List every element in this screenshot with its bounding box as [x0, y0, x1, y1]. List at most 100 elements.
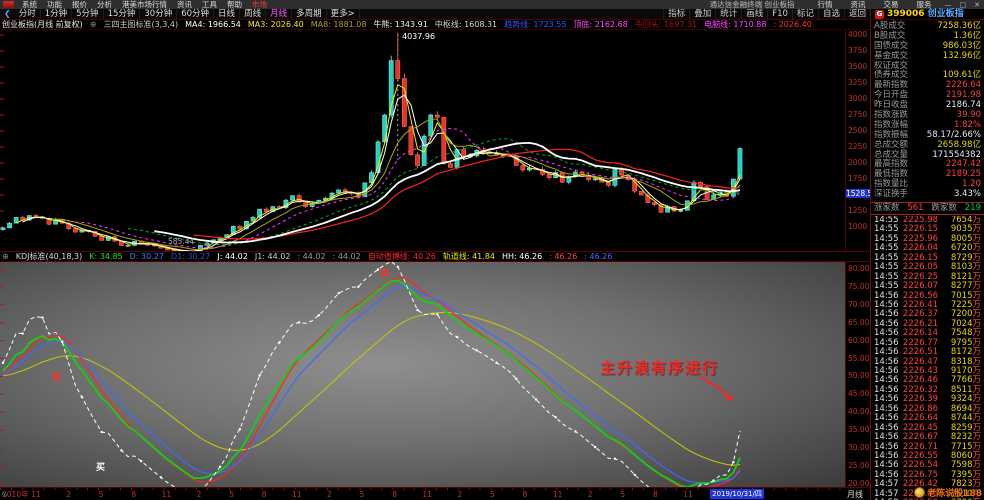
window-button-0[interactable]: — [941, 1, 956, 9]
low-price-label: 585.44 [168, 237, 195, 246]
up-count-label: 涨家数 [874, 203, 900, 213]
kdj-axis-label-7: 45.00 [848, 389, 870, 399]
period-tab-2[interactable]: 5分钟 [72, 9, 104, 19]
period-tab-4[interactable]: 30分钟 [140, 9, 178, 19]
kdj-header-item-12: : 46.26 [584, 251, 613, 261]
tool-button-2[interactable]: 统计 [715, 9, 741, 19]
price-axis-label-6: 2500 [848, 126, 868, 135]
period-tab-7[interactable]: 周线 [240, 9, 267, 19]
window-title: 通达信金融终端 创业板指 [709, 0, 795, 9]
side-panel: A股成交 7258.36亿 B股成交 1.36亿 国债成交 986.03亿 基金成交 132.… [870, 20, 984, 500]
info-item-3: MA3: 2026.40 [247, 20, 304, 29]
kdj-panel[interactable]: 卖买 卖 主升浪有序进行 80.00 75.00 70.00 65.00 60.00 55.… [0, 261, 870, 487]
expand-icon[interactable]: ⊕ [2, 252, 9, 261]
period-tab-0[interactable]: 分时 [15, 9, 41, 19]
kdj-axis-label-10: 30.00 [848, 443, 870, 453]
menu-item-3[interactable]: 分析 [92, 0, 117, 9]
window-button-2[interactable]: ✕ [970, 1, 984, 9]
kdj-marker-0: 卖 [52, 371, 61, 383]
period-tab-1[interactable]: 1分钟 [41, 9, 73, 19]
info-item-5: 牛熊: 1343.91 [373, 20, 428, 29]
kdj-axis-label-5: 55.00 [848, 353, 870, 363]
stat-row-17: 深证换手 3.43% [871, 189, 984, 200]
menu-item-5[interactable]: 资讯 [172, 0, 197, 9]
x-axis-label-8: 8 [261, 490, 267, 499]
right-menu-item-0[interactable]: 行情 [809, 0, 842, 9]
tool-button-3[interactable]: 画线 [741, 9, 767, 19]
kdj-header-item-10: HH: 46.26 [502, 251, 543, 261]
watermark-text: 老陈说股188 [927, 489, 982, 499]
tool-button-1[interactable]: 叠加 [689, 9, 715, 19]
x-axis-label-0: 2010年 [2, 490, 29, 499]
kdj-header-item-9: 轨道线: 41.84 [442, 251, 495, 261]
peak-price-label: 4037.96 [402, 32, 436, 41]
period-tab-9[interactable]: 多周期 [292, 9, 327, 19]
right-menu-item-3[interactable]: 服务 [908, 0, 941, 9]
menu-item-8[interactable]: 市场 [247, 0, 272, 9]
right-menu-bar: 行情 资讯 交易 服务 [809, 0, 941, 9]
window-button-1[interactable]: □ [956, 1, 971, 9]
kdj-header-items: ⊕ KDJ标准(40,18,3) K: 34.85 D: 30.27 D1: 30.27… [2, 251, 613, 261]
x-axis-label-12: 8 [392, 490, 397, 499]
price-axis-label-4: 3000 [848, 94, 868, 103]
expand-icon[interactable]: ⊕ [90, 20, 97, 29]
x-axis-label-6: 2 [196, 490, 202, 499]
period-tab-10[interactable]: 更多> [327, 9, 360, 19]
tool-button-7[interactable]: 返回 [843, 9, 870, 19]
symbol-header[interactable]: G 399006 创业板指 [870, 9, 984, 19]
watermark: 老陈说股188 [914, 486, 982, 499]
menu-item-0[interactable]: 系统 [17, 0, 42, 9]
toolbar: ❮ 分时 1分钟 5分钟 15分钟 30分钟 60分钟 日线 周线 月线 多周期 更多> 指标 叠加统… [0, 9, 984, 20]
tool-button-5[interactable]: 标记 [791, 9, 818, 19]
tool-button-0[interactable]: 指标 [663, 9, 689, 19]
x-axis-label-4: 8 [131, 490, 137, 499]
menu-item-2[interactable]: 报价 [67, 0, 92, 9]
menu-item-6[interactable]: 工具 [197, 0, 222, 9]
menu-item-1[interactable]: 功能 [42, 0, 67, 9]
info-item-6: 中枢线: 1608.31 [434, 20, 498, 29]
info-item-2: MA4: 1966.54 [185, 20, 241, 29]
period-tab-3[interactable]: 15分钟 [104, 9, 141, 19]
price-axis-label-0: 4000 [848, 30, 868, 39]
kdj-axis-label-11: 25.00 [848, 461, 870, 471]
tool-button-6[interactable]: 自选 [817, 9, 844, 19]
tick-rows[interactable]: 14:55 2225.98 7654万 14:55 2226.15 9035万 14:55 2… [871, 216, 984, 500]
price-chart-panel[interactable]: 4037.96 585.44 1528.5 4000 3750 3500 3250 30… [0, 29, 870, 251]
kdj-header-item-11: : 46.26 [549, 251, 578, 261]
back-icon[interactable]: ❮ [0, 9, 15, 19]
info-bar: 创业板指(月线 前复权) ⊕ 三四主图标准(3,3,4) MA4: 1966.54 MA… [0, 20, 870, 29]
period-tab-5[interactable]: 60分钟 [177, 9, 215, 19]
right-menu-item-2[interactable]: 交易 [875, 0, 908, 9]
kdj-header-item-7: : 44.02 [332, 251, 361, 261]
period-tab-8[interactable]: 月线 [266, 9, 293, 19]
tool-button-4[interactable]: F10 [767, 9, 792, 19]
info-item-10: 电脑线: 1710.88 [704, 20, 767, 29]
price-axis-label-1: 3750 [848, 46, 868, 55]
price-axis-label-7: 2250 [848, 142, 868, 151]
x-axis-label-17: 11 [552, 490, 563, 499]
x-axis-label-5: 11 [161, 490, 172, 499]
app-logo-icon [3, 1, 14, 8]
main-chart-svg[interactable] [0, 30, 845, 251]
stat-value: 3.43% [953, 189, 981, 200]
kdj-axis-label-6: 50.00 [848, 371, 870, 381]
x-axis-label-2: 2 [66, 490, 71, 499]
info-item-9: 牛回头: 1697.31 [634, 20, 698, 29]
x-axis-label-11: 5 [359, 490, 365, 499]
menu-item-4[interactable]: 港美市场行情 [117, 0, 172, 9]
date-box[interactable]: 2019/10/31/四 [710, 489, 764, 499]
period-tab-6[interactable]: 日线 [214, 9, 241, 19]
price-axis-label-8: 2000 [848, 158, 868, 167]
price-axis-label-3: 3250 [848, 78, 868, 87]
content: 创业板指(月线 前复权) ⊕ 三四主图标准(3,3,4) MA4: 1966.54 MA… [0, 20, 984, 500]
tool-buttons: 指标 叠加 统计 画线 F10 标记 自选 返回 [663, 9, 870, 19]
right-menu-item-1[interactable]: 资讯 [842, 0, 875, 9]
menu-item-7[interactable]: 帮助 [222, 0, 247, 9]
x-axis-label-21: 11 [683, 490, 693, 499]
info-item-11: : 2026.40 [773, 20, 812, 29]
kdj-axis: 80.00 75.00 70.00 65.00 60.00 55.00 50.00 45.00… [845, 262, 870, 487]
kdj-axis-label-4: 60.00 [848, 335, 870, 345]
titlebar: 系统 功能 报价 分析 港美市场行情 资讯 工具 帮助 市场 通达信金融终端 创业板指 行情 资讯… [0, 0, 984, 9]
x-axis-label-20: 8 [653, 490, 658, 499]
kdj-header-item-6: : 44.02 [297, 251, 326, 261]
